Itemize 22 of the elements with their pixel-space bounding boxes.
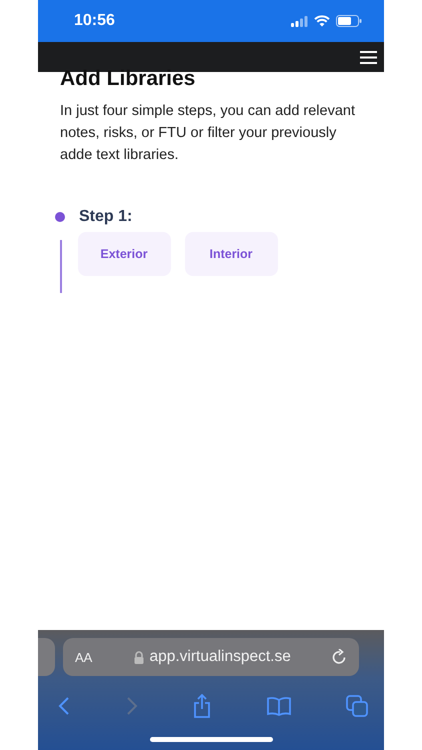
book-icon[interactable] [266, 696, 290, 716]
option-button[interactable]: Interior [184, 232, 278, 276]
step-line [60, 240, 62, 293]
wifi-icon [314, 15, 330, 27]
address-bar[interactable]: AA app.virtualinspect.se [63, 638, 359, 676]
reload-icon[interactable] [332, 649, 347, 665]
step-label: Step 1: [79, 208, 132, 226]
clock-time: 10:56 [74, 12, 115, 30]
back-icon[interactable] [58, 696, 70, 716]
tab-edge[interactable] [38, 638, 55, 676]
intro-paragraph: In just four simple steps, you can add relevant notes, risks, or FTU or filter your previously adde text libraries. [60, 102, 356, 165]
page-title: Add Libraries [60, 68, 196, 86]
share-icon[interactable] [193, 694, 211, 718]
lock-icon [134, 650, 144, 664]
step-dot [55, 212, 65, 222]
signal-icon [291, 16, 308, 26]
menu-icon[interactable] [360, 50, 377, 64]
text-size-button[interactable]: AA [75, 650, 92, 664]
option-button[interactable]: Exterior [78, 232, 170, 276]
battery-icon [336, 15, 362, 27]
address-text: app.virtualinspect.se [150, 648, 291, 666]
tabs-icon[interactable] [346, 695, 368, 717]
